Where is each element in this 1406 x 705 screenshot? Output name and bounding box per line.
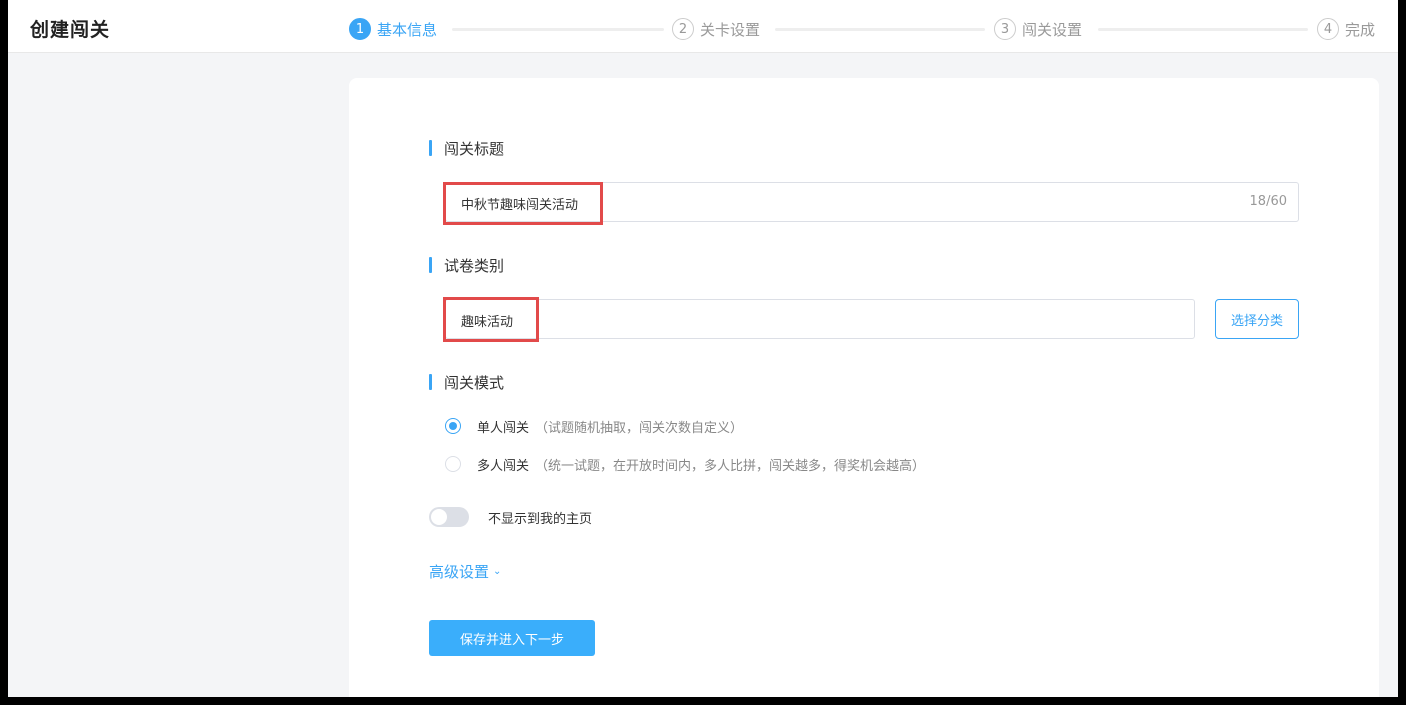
section-title-category: 试卷类别 xyxy=(429,256,505,275)
step-number: 2 xyxy=(672,18,694,40)
radio-button[interactable] xyxy=(445,418,461,434)
step-level-settings[interactable]: 2 关卡设置 xyxy=(672,17,760,41)
section-label: 闯关模式 xyxy=(444,373,505,392)
step-connector xyxy=(452,28,664,31)
form-card: 闯关标题 中秋节趣味闯关活动 18/60 试卷类别 趣味活动 选择分类 闯关模式… xyxy=(349,78,1379,697)
section-label: 闯关标题 xyxy=(444,139,505,158)
page-title: 创建闯关 xyxy=(30,19,111,41)
radio-label: 单人闯关 xyxy=(477,420,530,436)
category-input[interactable]: 趣味活动 xyxy=(445,299,1195,339)
radio-description: （试题随机抽取，闯关次数自定义） xyxy=(535,420,744,436)
radio-button[interactable] xyxy=(445,456,461,472)
step-label: 完成 xyxy=(1345,20,1376,39)
top-bar: 创建闯关 1 基本信息 2 关卡设置 3 闯关设置 4 完成 xyxy=(8,0,1398,53)
step-number: 1 xyxy=(349,18,371,40)
step-connector xyxy=(1098,28,1308,31)
app-window: 创建闯关 1 基本信息 2 关卡设置 3 闯关设置 4 完成 闯关标题 中秋节趣… xyxy=(8,0,1398,697)
section-marker xyxy=(429,374,432,390)
save-and-next-button[interactable]: 保存并进入下一步 xyxy=(429,620,595,656)
chevron-down-icon: ⌄ xyxy=(493,566,502,577)
radio-multi-mode[interactable]: 多人闯关 （统一试题，在开放时间内，多人比拼，闯关越多，得奖机会越高） xyxy=(445,454,925,474)
title-input[interactable]: 中秋节趣味闯关活动 18/60 xyxy=(445,182,1299,222)
title-input-value: 中秋节趣味闯关活动 xyxy=(461,198,579,213)
section-label: 试卷类别 xyxy=(444,256,505,275)
char-counter: 18/60 xyxy=(1249,194,1287,209)
radio-single-mode[interactable]: 单人闯关 （试题随机抽取，闯关次数自定义） xyxy=(445,416,743,436)
step-label: 闯关设置 xyxy=(1022,20,1083,39)
toggle-label: 不显示到我的主页 xyxy=(488,512,593,527)
step-connector xyxy=(775,28,985,31)
step-basic-info[interactable]: 1 基本信息 xyxy=(349,17,437,41)
step-challenge-settings[interactable]: 3 闯关设置 xyxy=(994,17,1082,41)
section-title-challenge-title: 闯关标题 xyxy=(429,139,505,158)
radio-label: 多人闯关 xyxy=(477,458,530,474)
category-input-value: 趣味活动 xyxy=(461,315,514,330)
section-marker xyxy=(429,140,432,156)
radio-description: （统一试题，在开放时间内，多人比拼，闯关越多，得奖机会越高） xyxy=(535,458,926,474)
toggle-knob xyxy=(431,509,447,525)
advanced-settings-label: 高级设置 xyxy=(429,563,490,581)
hide-from-homepage-toggle[interactable] xyxy=(429,507,469,527)
step-number: 3 xyxy=(994,18,1016,40)
step-number: 4 xyxy=(1317,18,1339,40)
advanced-settings-link[interactable]: 高级设置 ⌄ xyxy=(429,561,501,582)
section-title-mode: 闯关模式 xyxy=(429,373,505,392)
step-done[interactable]: 4 完成 xyxy=(1317,17,1375,41)
step-label: 关卡设置 xyxy=(700,20,761,39)
section-marker xyxy=(429,257,432,273)
step-label: 基本信息 xyxy=(377,20,438,39)
select-category-button[interactable]: 选择分类 xyxy=(1215,299,1299,339)
